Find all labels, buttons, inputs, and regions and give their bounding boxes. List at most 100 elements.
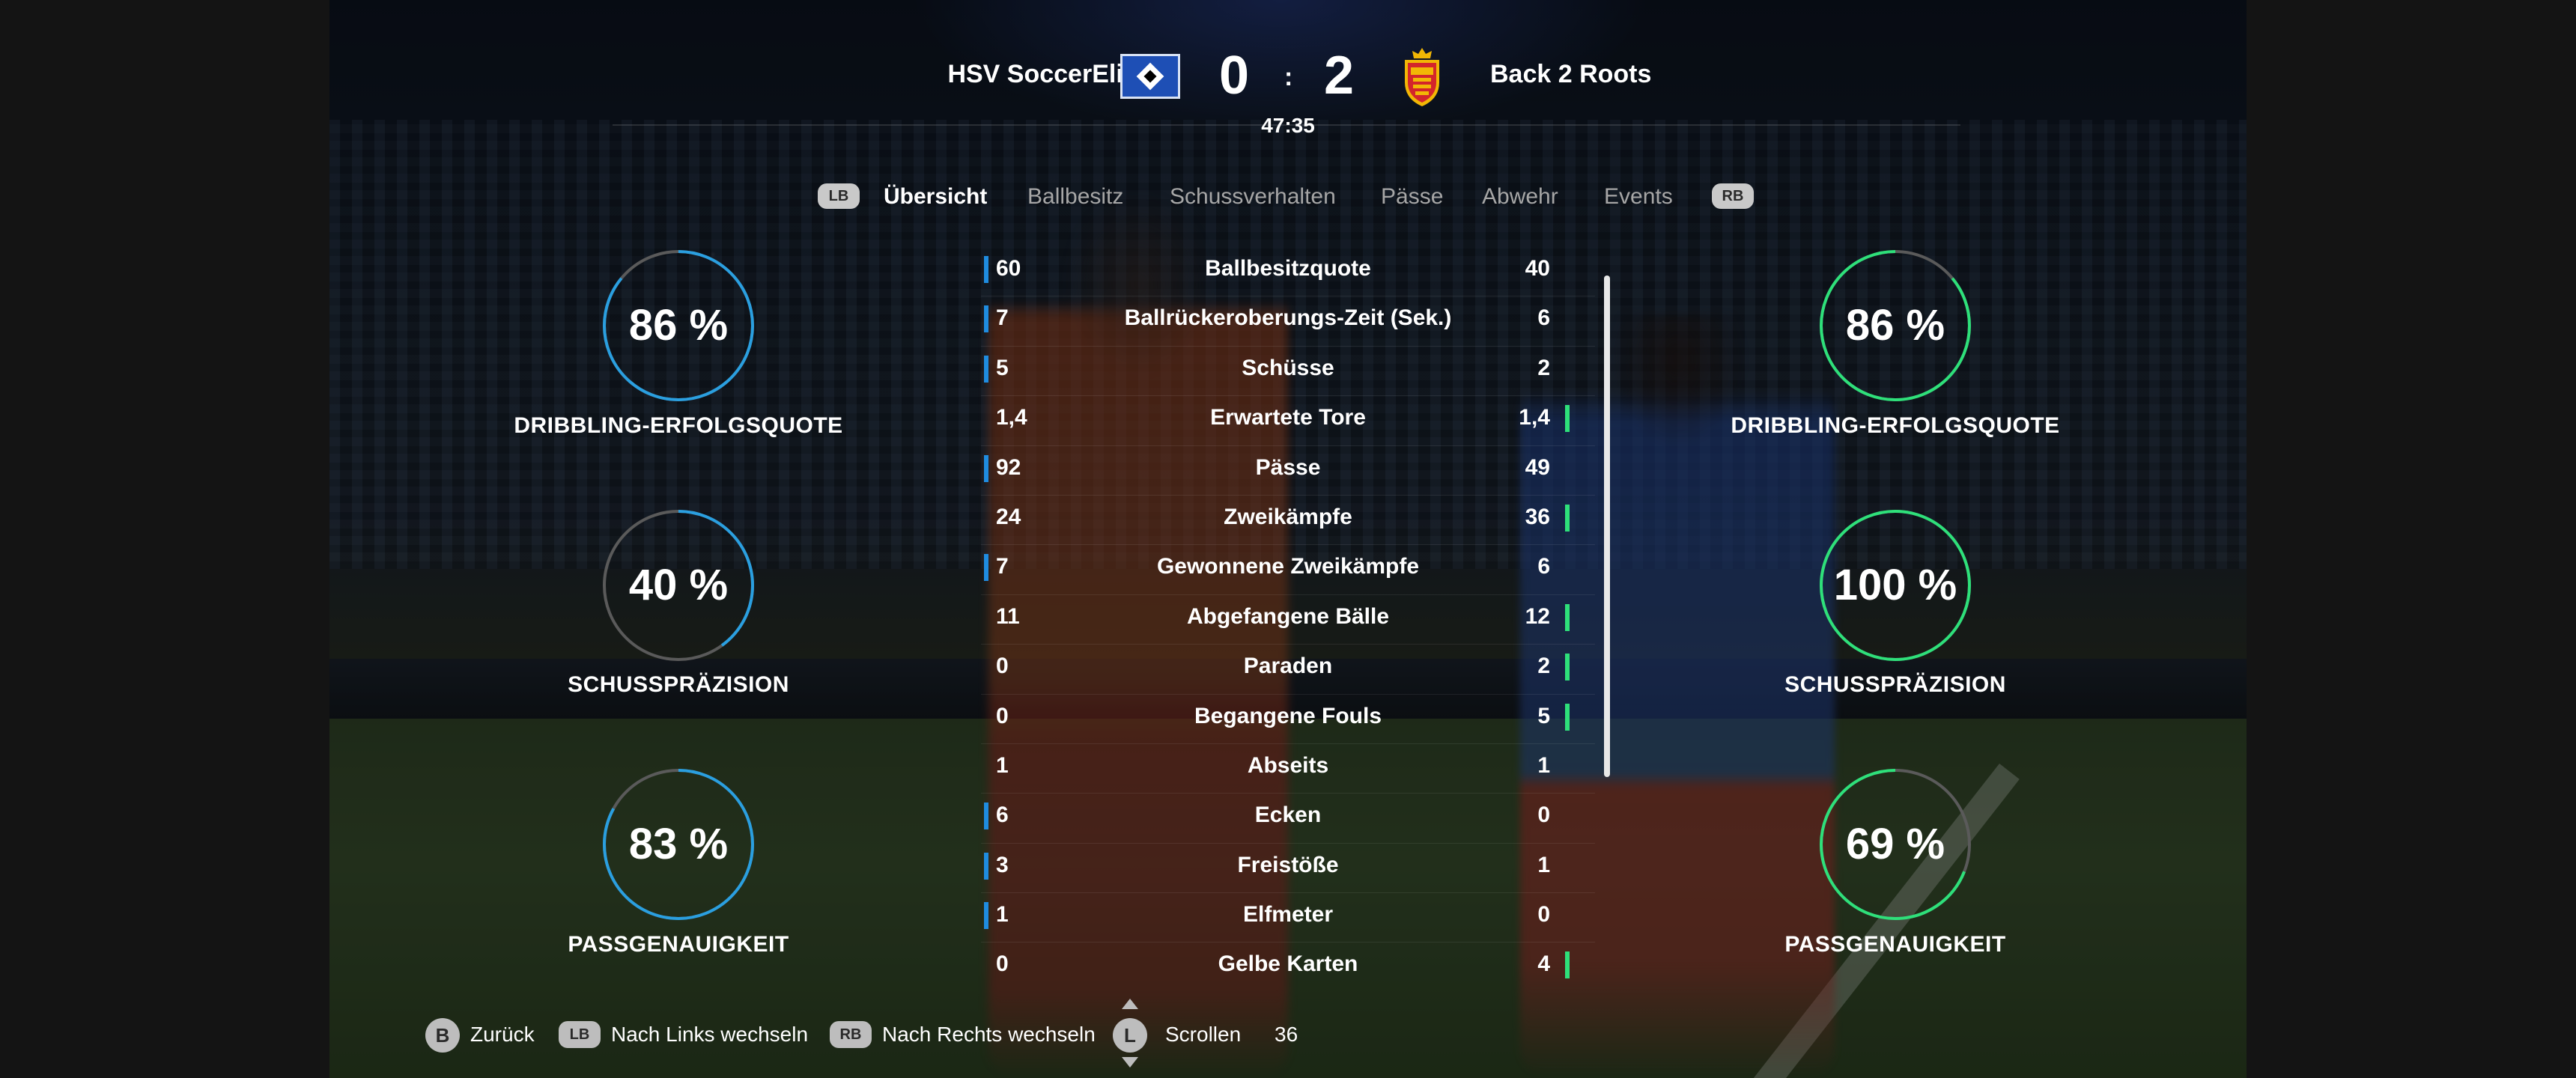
away-stat-value: 12 [1525,603,1550,629]
away-stat-value: 1,4 [1519,405,1550,430]
tab-ballbesitz[interactable]: Ballbesitz [1027,184,1123,210]
stats-tab-bar: LB Übersicht Ballbesitz Schussverhalten … [329,180,2247,217]
stat-row: 0 Gelbe Karten 4 [981,943,1595,991]
stat-row: 1 Abseits 1 [981,744,1595,794]
away-lead-indicator [1565,405,1570,433]
left-stick-icon[interactable]: L [1113,1018,1147,1053]
stat-label: Gelbe Karten [1218,951,1358,977]
away-stat-value: 40 [1525,256,1550,281]
stat-label: Ballrückeroberungs-Zeit (Sek.) [1124,305,1452,331]
away-stat-value: 0 [1537,902,1550,928]
match-clock: 47:35 [1261,114,1315,137]
stat-row: 7 Gewonnene Zweikämpfe 6 [981,545,1595,595]
switch-left-hint-label: Nach Links wechseln [611,1023,809,1046]
match-stats-screen: HSV SoccerElite 0 : 2 Back 2 Roots 47:35… [329,0,2247,1078]
stat-label: Begangene Fouls [1194,703,1382,728]
away-stat-value: 5 [1537,703,1550,728]
tab-uebersicht[interactable]: Übersicht [884,184,987,210]
stat-row: 1 Elfmeter 0 [981,893,1595,943]
away-stat-value: 49 [1525,454,1550,480]
away-stat-value: 36 [1525,504,1550,529]
away-stat-value: 6 [1537,554,1550,579]
gauge-value: 86 % [1845,301,1945,350]
b-button-icon[interactable]: B [425,1018,460,1053]
away-lead-indicator [1565,951,1570,979]
gauge-value: 83 % [628,820,729,868]
away-stat-value: 2 [1537,654,1550,679]
away-pass-accuracy-gauge: 69 % [1817,766,1974,923]
tab-events[interactable]: Events [1604,184,1673,210]
scroll-hint-label: Scrollen [1165,1023,1242,1046]
stats-table[interactable]: 60 Ballbesitzquote 40 7 Ballrückeroberungs-Z… [981,247,1595,992]
stat-row: 0 Paraden 2 [981,645,1595,695]
gauge-value: 100 % [1833,561,1957,609]
gauge-value: 40 % [628,561,729,609]
stat-label: Erwartete Tore [1210,405,1366,430]
tab-schussverhalten[interactable]: Schussverhalten [1170,184,1336,210]
gauge-label: PASSGENAUIGKEIT [1784,932,2006,957]
gauge-label: SCHUSSPRÄZISION [1784,672,2006,697]
stat-label: Ballbesitzquote [1205,256,1371,281]
stat-row: 7 Ballrückeroberungs-Zeit (Sek.) 6 [981,296,1595,347]
stat-row: 24 Zweikämpfe 36 [981,496,1595,546]
stat-row: 92 Pässe 49 [981,446,1595,496]
away-team-name: Back 2 Roots [1490,60,1652,88]
stat-label: Schüsse [1242,355,1334,380]
away-lead-indicator [1565,703,1570,731]
scroll-up-arrow-icon [1122,999,1138,1009]
gauge-label: PASSGENAUIGKEIT [568,932,789,957]
stats-scrollbar[interactable] [1604,275,1610,777]
gauge-value: 69 % [1845,820,1945,868]
stat-label: Freistöße [1237,852,1339,877]
away-stat-value: 2 [1537,355,1550,380]
score-separator: : [1284,63,1293,91]
away-score: 2 [1324,46,1355,106]
away-stat-value: 0 [1537,803,1550,828]
home-pass-accuracy-gauge: 83 % [600,766,757,923]
stat-row: 60 Ballbesitzquote 40 [981,247,1595,297]
stat-label: Paraden [1243,654,1333,679]
away-lead-indicator [1565,654,1570,681]
stat-row: 1,4 Erwartete Tore 1,4 [981,396,1595,446]
away-stat-value: 4 [1537,951,1550,977]
gauge-label: SCHUSSPRÄZISION [568,672,789,697]
stat-row: 5 Schüsse 2 [981,347,1595,397]
scroll-down-arrow-icon [1122,1057,1138,1068]
away-lead-indicator [1565,504,1570,532]
stat-label: Pässe [1255,454,1321,480]
stat-row: 6 Ecken 0 [981,794,1595,844]
away-stat-value: 1 [1537,852,1550,877]
away-stat-value: 1 [1537,752,1550,778]
stat-row: 0 Begangene Fouls 5 [981,695,1595,744]
fcn-shield-crest-icon [1400,46,1444,108]
stat-label: Ecken [1254,803,1322,828]
stat-label: Elfmeter [1242,902,1334,928]
gauge-label: DRIBBLING-ERFOLGSQUOTE [514,413,843,438]
home-dribbling-gauge: 86 % [600,247,757,404]
away-dribbling-gauge: 86 % [1817,247,1974,404]
away-stat-value: 6 [1537,305,1550,331]
home-score: 0 [1219,46,1250,106]
hsv-diamond-crest-icon [1120,54,1180,99]
scoreboard-header: HSV SoccerElite 0 : 2 Back 2 Roots 47:35 [329,30,2247,142]
tab-abwehr[interactable]: Abwehr [1482,184,1558,210]
away-shot-accuracy-gauge: 100 % [1817,507,1974,664]
stat-row: 11 Abgefangene Bälle 12 [981,595,1595,645]
rb-bumper-icon[interactable]: RB [1712,183,1754,209]
home-shot-accuracy-gauge: 40 % [600,507,757,664]
footer-counter: 36 [1275,1023,1298,1046]
gauge-label: DRIBBLING-ERFOLGSQUOTE [1731,413,2060,438]
home-team-name: HSV SoccerElite [947,60,1146,88]
back-hint-label: Zurück [470,1023,535,1046]
stat-label: Abseits [1247,752,1329,778]
lb-bumper-icon[interactable]: LB [818,183,860,209]
switch-right-hint-label: Nach Rechts wechseln [882,1023,1096,1046]
away-lead-indicator [1565,603,1570,631]
tab-paesse[interactable]: Pässe [1381,184,1443,210]
lb-button-icon[interactable]: LB [559,1021,601,1048]
button-hints-footer: B Zurück LB Nach Links wechseln RB Nach … [329,999,2247,1068]
stat-label: Abgefangene Bälle [1186,603,1390,629]
stat-label: Gewonnene Zweikämpfe [1156,554,1420,579]
stat-row: 3 Freistöße 1 [981,844,1595,894]
rb-button-icon[interactable]: RB [830,1021,872,1048]
